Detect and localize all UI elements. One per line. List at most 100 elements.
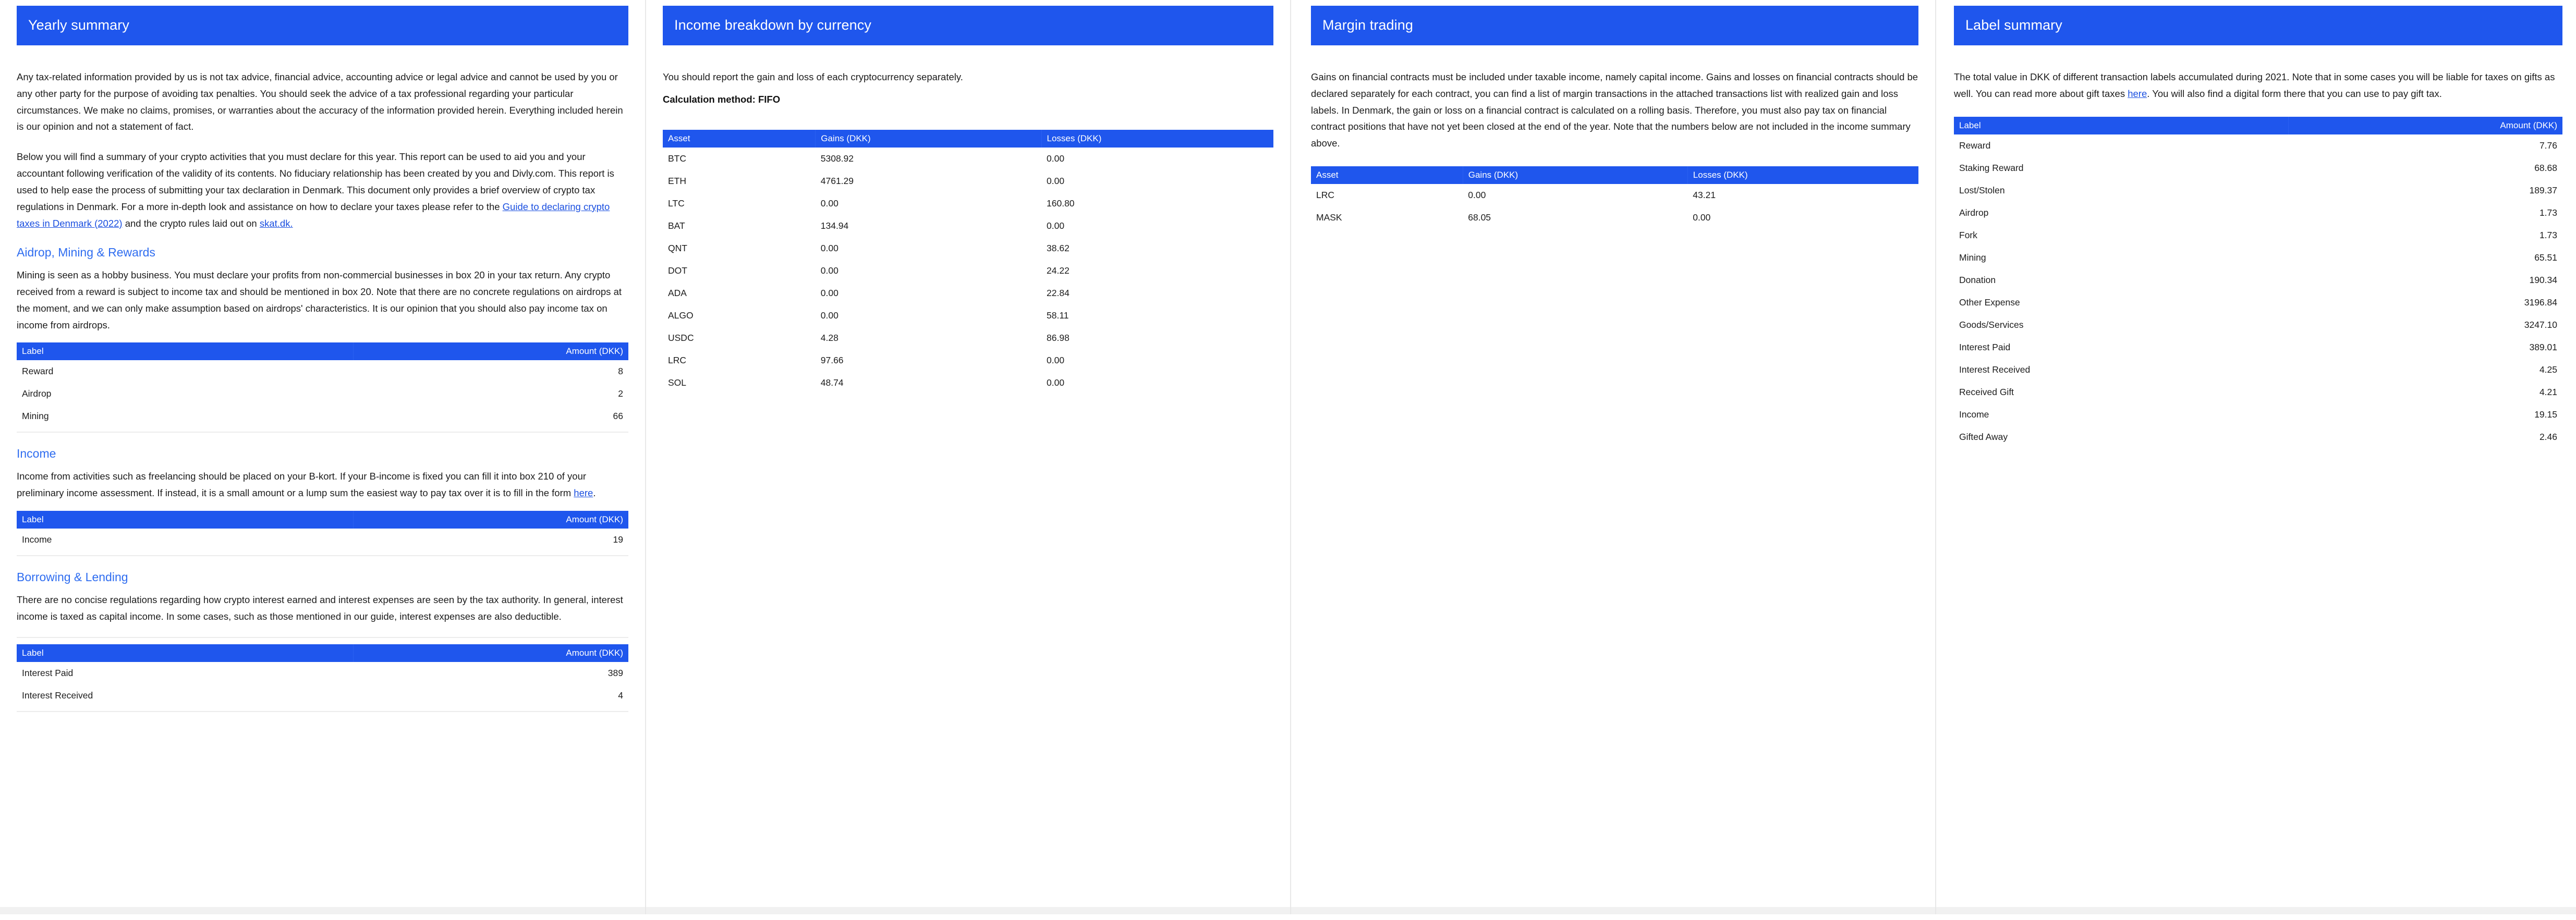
calculation-method-label: Calculation method: FIFO xyxy=(663,93,781,105)
page-footer-strip xyxy=(646,907,1290,914)
table-row: Airdrop 1.73 xyxy=(1954,201,2562,224)
cell-losses: 43.21 xyxy=(1687,184,1918,207)
table-row: BTC 5308.92 0.00 xyxy=(663,147,1273,170)
table-row: Interest Paid 389.01 xyxy=(1954,336,2562,359)
table-row: Interest Received 4.25 xyxy=(1954,358,2562,381)
cell-losses: 0.00 xyxy=(1041,214,1273,237)
cell-losses: 38.62 xyxy=(1041,237,1273,260)
cell-label: Airdrop xyxy=(17,383,354,406)
column-header-amount: Amount (DKK) xyxy=(353,342,628,361)
cell-label: Staking Reward xyxy=(1954,156,2289,179)
cell-label: Income xyxy=(1954,403,2289,426)
income-form-here-link[interactable]: here xyxy=(574,487,593,498)
cell-amount: 4.25 xyxy=(2288,358,2562,381)
cell-gains: 0.00 xyxy=(815,259,1042,282)
cell-amount: 65.51 xyxy=(2288,246,2562,269)
cell-amount: 389 xyxy=(353,662,628,685)
table-row: DOT 0.00 24.22 xyxy=(663,259,1273,282)
table-row: Interest Received 4 xyxy=(17,684,628,707)
cell-label: Reward xyxy=(17,360,354,383)
table-row: Gifted Away 2.46 xyxy=(1954,425,2562,448)
income-breakdown-title: Income breakdown by currency xyxy=(674,17,871,33)
cell-amount: 4.21 xyxy=(2288,381,2562,403)
income-breakdown-banner: Income breakdown by currency xyxy=(663,6,1273,45)
table-row: ETH 4761.29 0.00 xyxy=(663,169,1273,192)
cell-amount: 1.73 xyxy=(2288,201,2562,224)
table-row: Mining 66 xyxy=(17,405,628,428)
cell-label: Received Gift xyxy=(1954,381,2289,403)
cell-amount: 2.46 xyxy=(2288,425,2562,448)
column-header-label: Label xyxy=(17,342,354,361)
report-page-income-breakdown: Income breakdown by currency You should … xyxy=(645,0,1290,914)
cell-asset: BAT xyxy=(663,214,816,237)
income-paragraph: Income from activities such as freelanci… xyxy=(17,468,628,501)
label-summary-title: Label summary xyxy=(1965,17,2062,33)
cell-label: Interest Received xyxy=(17,684,354,707)
cell-asset: MASK xyxy=(1311,206,1463,229)
page-footer-strip xyxy=(1936,907,2576,914)
cell-gains: 134.94 xyxy=(815,214,1042,237)
intro-paragraph: Below you will find a summary of your cr… xyxy=(17,149,628,231)
table-row: Received Gift 4.21 xyxy=(1954,381,2562,403)
table-row: SOL 48.74 0.00 xyxy=(663,371,1273,394)
income-breakdown-table-wrapper: Asset Gains (DKK) Losses (DKK) BTC 5308.… xyxy=(663,129,1273,394)
cell-label: Income xyxy=(17,528,354,551)
report-page-label-summary: Label summary The total value in DKK of … xyxy=(1935,0,2576,914)
page-footer-strip xyxy=(0,907,645,914)
cell-label: Gifted Away xyxy=(1954,425,2289,448)
table-row: ALGO 0.00 58.11 xyxy=(663,304,1273,327)
report-page-margin-trading: Margin trading Gains on financial contra… xyxy=(1290,0,1935,914)
table-row: MASK 68.05 0.00 xyxy=(1311,206,1918,229)
table-row: Lost/Stolen 189.37 xyxy=(1954,179,2562,202)
column-header-losses: Losses (DKK) xyxy=(1687,166,1918,185)
table-row: Goods/Services 3247.10 xyxy=(1954,313,2562,336)
cell-losses: 86.98 xyxy=(1041,326,1273,349)
airdrop-mining-rewards-table: Label Amount (DKK) Reward 8 Airdrop 2 Mi… xyxy=(17,342,628,428)
yearly-summary-title: Yearly summary xyxy=(28,17,129,33)
cell-amount: 4 xyxy=(353,684,628,707)
table-bottom-divider xyxy=(17,711,628,713)
cell-amount: 19 xyxy=(353,528,628,551)
intro-text-part-2: and the crypto rules laid out on xyxy=(122,217,260,229)
table-row: LRC 97.66 0.00 xyxy=(663,349,1273,372)
column-header-gains: Gains (DKK) xyxy=(815,129,1042,148)
cell-losses: 0.00 xyxy=(1041,147,1273,170)
income-table-wrapper: Label Amount (DKK) Income 19 xyxy=(17,510,628,556)
cell-amount: 68.68 xyxy=(2288,156,2562,179)
column-header-label: Label xyxy=(1954,116,2289,134)
cell-gains: 48.74 xyxy=(815,371,1042,394)
cell-label: Reward xyxy=(1954,134,2289,157)
income-text-part-2: . xyxy=(593,487,596,499)
report-page-yearly-summary: Yearly summary Any tax-related informati… xyxy=(0,0,645,914)
income-breakdown-paragraph: You should report the gain and loss of e… xyxy=(663,71,963,82)
label-summary-table: Label Amount (DKK) Reward 7.76 Staking R… xyxy=(1954,116,2562,448)
table-row: BAT 134.94 0.00 xyxy=(663,214,1273,237)
cell-label: Interest Paid xyxy=(1954,336,2289,359)
cell-gains: 4761.29 xyxy=(815,169,1042,192)
column-header-amount: Amount (DKK) xyxy=(2288,116,2562,134)
cell-asset: BTC xyxy=(663,147,816,170)
gift-tax-here-link[interactable]: here xyxy=(2128,88,2147,99)
label-summary-text-part-2: . You will also find a digital form ther… xyxy=(2147,88,2442,99)
label-summary-paragraph: The total value in DKK of different tran… xyxy=(1954,69,2562,102)
table-row: Reward 7.76 xyxy=(1954,134,2562,157)
table-row: Fork 1.73 xyxy=(1954,224,2562,247)
cell-losses: 0.00 xyxy=(1041,349,1273,372)
income-heading: Income xyxy=(17,447,56,461)
cell-gains: 0.00 xyxy=(815,304,1042,327)
table-row: LTC 0.00 160.80 xyxy=(663,192,1273,215)
skat-dk-link[interactable]: skat.dk. xyxy=(260,218,293,229)
cell-losses: 0.00 xyxy=(1041,371,1273,394)
cell-asset: LRC xyxy=(1311,184,1463,207)
cell-asset: LRC xyxy=(663,349,816,372)
cell-asset: ADA xyxy=(663,281,816,304)
cell-asset: ETH xyxy=(663,169,816,192)
airdrop-mining-rewards-heading: Aidrop, Mining & Rewards xyxy=(17,246,155,260)
column-header-amount: Amount (DKK) xyxy=(353,510,628,529)
cell-amount: 2 xyxy=(353,383,628,406)
margin-trading-table-wrapper: Asset Gains (DKK) Losses (DKK) LRC 0.00 … xyxy=(1311,166,1918,229)
table-row: Reward 8 xyxy=(17,360,628,383)
table-header-row: Label Amount (DKK) xyxy=(17,644,628,663)
cell-gains: 97.66 xyxy=(815,349,1042,372)
borrowing-lending-table: Label Amount (DKK) Interest Paid 389 Int… xyxy=(17,644,628,707)
